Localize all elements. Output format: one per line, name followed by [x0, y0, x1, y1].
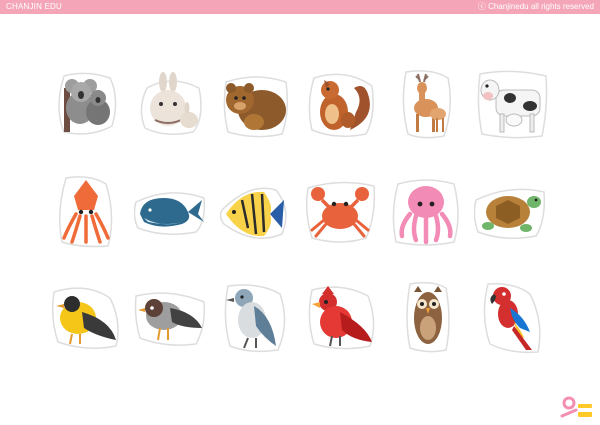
octopus-sticker[interactable]	[390, 176, 462, 248]
koala-icon	[58, 72, 117, 135]
parrot-sticker[interactable]	[474, 282, 546, 354]
cow-icon	[477, 70, 548, 139]
cardinal-icon	[308, 286, 375, 350]
whale-icon	[134, 192, 206, 235]
deer-icon	[402, 70, 451, 139]
bear-icon	[223, 76, 289, 138]
angelfish-icon	[220, 187, 287, 239]
owl-sticker[interactable]	[392, 282, 464, 354]
chanjin-logo	[560, 396, 594, 420]
turtle-icon	[474, 188, 546, 239]
crab-sticker[interactable]	[304, 176, 376, 248]
angelfish-sticker[interactable]	[220, 176, 292, 248]
yellow-bird-icon	[51, 287, 119, 349]
bear-sticker[interactable]	[220, 68, 292, 140]
turtle-sticker[interactable]	[474, 176, 546, 248]
cow-sticker[interactable]	[476, 68, 548, 140]
squirrel-sticker[interactable]	[306, 68, 378, 140]
parrot-icon	[483, 282, 541, 354]
octopus-icon	[392, 179, 459, 246]
deer-sticker[interactable]	[392, 68, 464, 140]
cardinal-sticker[interactable]	[306, 282, 378, 354]
owl-icon	[406, 282, 450, 353]
yellow-bird-sticker[interactable]	[50, 282, 122, 354]
rabbit-sticker[interactable]	[135, 68, 207, 140]
chanjin-logo-icon	[560, 396, 592, 418]
rabbit-icon	[140, 72, 202, 135]
squid-icon	[59, 176, 113, 248]
crab-icon	[305, 181, 376, 243]
sparrow-icon	[134, 292, 206, 346]
sparrow-sticker[interactable]	[134, 282, 206, 354]
header-bar: CHANJIN EDU ⓒ Chanjinedu all rights rese…	[0, 0, 600, 14]
whale-sticker[interactable]	[134, 176, 206, 248]
blue-jay-sticker[interactable]	[220, 282, 292, 354]
copyright-label: ⓒ Chanjinedu all rights reserved	[477, 2, 594, 11]
koala-sticker[interactable]	[50, 68, 122, 140]
squid-sticker[interactable]	[50, 176, 122, 248]
blue-jay-icon	[224, 284, 286, 353]
squirrel-icon	[308, 73, 374, 137]
brand-label: CHANJIN EDU	[6, 2, 62, 11]
